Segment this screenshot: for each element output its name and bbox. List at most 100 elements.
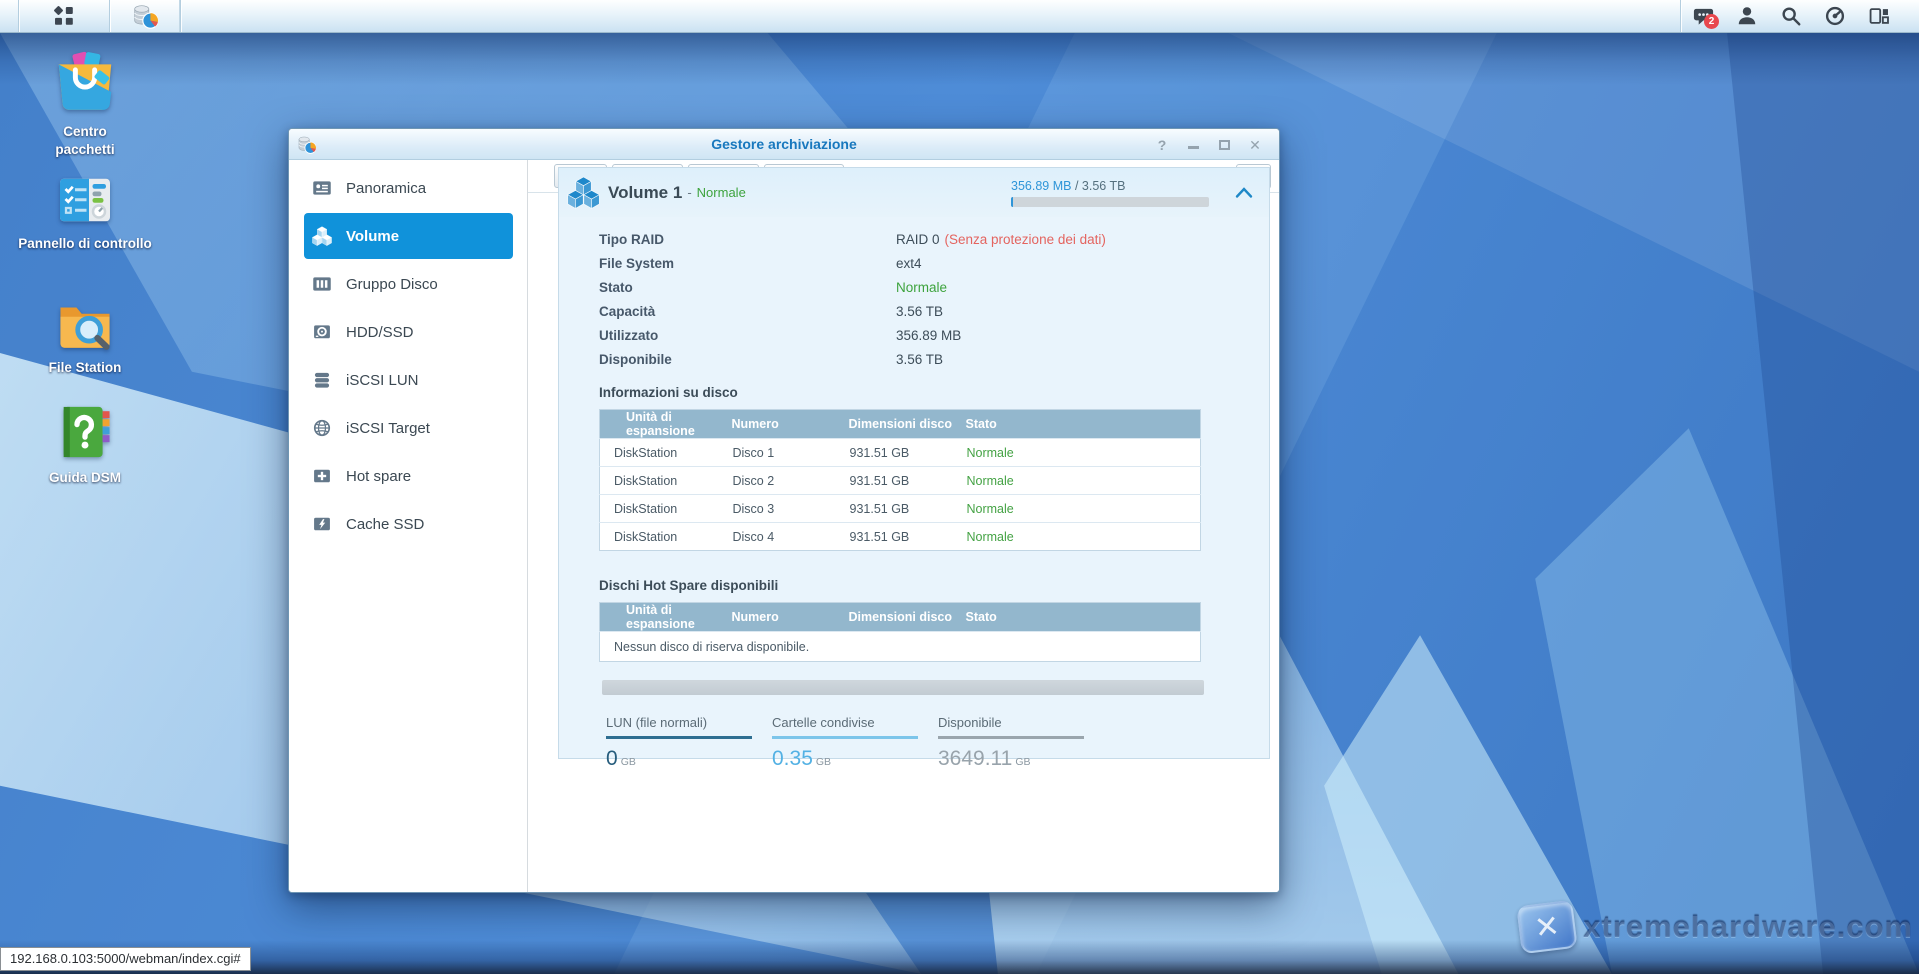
legend-color-line — [606, 736, 752, 739]
pilot-view-button[interactable] — [1857, 0, 1901, 32]
volume-usage: 356.89 MB / 3.56 TB — [1011, 179, 1211, 207]
taskbar-right-icons: 2 — [1680, 0, 1919, 32]
volume-panel: Volume 1 - Normale 356.89 MB / 3.56 TB T… — [558, 167, 1270, 759]
widgets-icon — [1868, 5, 1890, 27]
desktop-icon-file-station[interactable]: File Station — [0, 292, 170, 377]
sidebar: Panoramica Volume Gruppo Disco HDD/SSD — [289, 160, 528, 892]
detail-label: Utilizzato — [599, 328, 896, 343]
notifications-button[interactable]: 2 — [1681, 0, 1725, 32]
legend-unit: GB — [816, 756, 831, 768]
disk-group-icon — [312, 274, 332, 294]
window-titlebar[interactable]: Gestore archiviazione ? ✕ — [289, 129, 1279, 160]
desktop-icon-dsm-help[interactable]: Guida DSM — [0, 400, 170, 487]
minimize-icon[interactable] — [1185, 137, 1201, 153]
cell-status: Normale — [953, 523, 1201, 551]
table-row[interactable]: DiskStation Disco 1 931.51 GB Normale — [600, 439, 1201, 467]
user-icon — [1736, 5, 1758, 27]
desktop-icon-package-center[interactable]: Centro pacchetti — [0, 48, 170, 159]
sidebar-item-gruppo-disco[interactable]: Gruppo Disco — [289, 260, 527, 308]
detail-value: Normale — [896, 280, 947, 295]
maximize-icon[interactable] — [1216, 137, 1232, 153]
storage-manager-icon — [132, 3, 158, 29]
sidebar-item-label: iSCSI Target — [346, 420, 430, 437]
legend-value: 3649.11 — [938, 747, 1012, 770]
table-row[interactable]: DiskStation Disco 3 931.51 GB Normale — [600, 495, 1201, 523]
column-header: Numero — [719, 410, 836, 439]
table-row-empty: Nessun disco di riserva disponibile. — [600, 632, 1201, 662]
legend-item-shared-folders: Cartelle condivise 0.35GB — [772, 715, 938, 771]
legend-unit: GB — [621, 756, 636, 768]
detail-label: Tipo RAID — [599, 232, 896, 247]
cell-size: 931.51 GB — [836, 495, 953, 523]
user-menu-button[interactable] — [1725, 0, 1769, 32]
cell-status: Normale — [953, 495, 1201, 523]
legend-label: Cartelle condivise — [772, 715, 938, 730]
overview-icon — [312, 178, 332, 198]
cell-size: 931.51 GB — [836, 467, 953, 495]
detail-label: Stato — [599, 280, 896, 295]
table-header-row: Unità di espansione Numero Dimensioni di… — [600, 410, 1201, 439]
sidebar-item-iscsi-target[interactable]: iSCSI Target — [289, 404, 527, 452]
package-center-icon — [50, 48, 120, 118]
taskbar-storage-manager-button[interactable] — [110, 0, 180, 32]
help-icon[interactable]: ? — [1154, 137, 1170, 153]
window-content: Crea Rimuovi Gestisci Configura Volume 1… — [528, 160, 1279, 892]
usage-used: 356.89 MB — [1011, 179, 1071, 193]
cell-size: 931.51 GB — [836, 439, 953, 467]
column-header: Unità di espansione — [600, 603, 719, 632]
dsm-help-icon — [53, 400, 117, 464]
table-row[interactable]: DiskStation Disco 4 931.51 GB Normale — [600, 523, 1201, 551]
detail-row: Capacità 3.56 TB — [599, 299, 1269, 323]
table-row[interactable]: DiskStation Disco 2 931.51 GB Normale — [600, 467, 1201, 495]
usage-separator: / — [1071, 179, 1081, 193]
taskbar-spacer — [0, 0, 18, 32]
legend-color-line — [938, 736, 1084, 739]
legend-item-available: Disponibile 3649.11GB — [938, 715, 1104, 771]
desktop-icon-label: File Station — [0, 359, 170, 377]
volume-panel-header[interactable]: Volume 1 - Normale 356.89 MB / 3.56 TB — [559, 168, 1269, 217]
taskbar-separator — [180, 0, 181, 32]
watermark-x-logo-icon: ✕ — [1516, 900, 1577, 954]
detail-value: 3.56 TB — [896, 304, 943, 319]
detail-row: Utilizzato 356.89 MB — [599, 323, 1269, 347]
sidebar-item-cache-ssd[interactable]: Cache SSD — [289, 500, 527, 548]
detail-row: Disponibile 3.56 TB — [599, 347, 1269, 371]
sidebar-item-label: Panoramica — [346, 180, 426, 197]
cell-unit: DiskStation — [600, 495, 719, 523]
legend-unit: GB — [1015, 756, 1030, 768]
desktop-icon-control-panel[interactable]: Pannello di controllo — [0, 170, 170, 253]
sidebar-item-hot-spare[interactable]: Hot spare — [289, 452, 527, 500]
sidebar-item-iscsi-lun[interactable]: iSCSI LUN — [289, 356, 527, 404]
resource-monitor-button[interactable] — [1813, 0, 1857, 32]
sidebar-item-volume[interactable]: Volume — [304, 213, 513, 259]
taskbar-spacer — [1901, 0, 1919, 32]
volume-usage-bar — [1011, 197, 1209, 207]
sidebar-item-panoramica[interactable]: Panoramica — [289, 164, 527, 212]
column-header: Stato — [953, 410, 1201, 439]
cell-unit: DiskStation — [600, 467, 719, 495]
column-header: Unità di espansione — [600, 410, 719, 439]
search-button[interactable] — [1769, 0, 1813, 32]
detail-value: 356.89 MB — [896, 328, 961, 343]
close-icon[interactable]: ✕ — [1247, 137, 1263, 153]
cell-number: Disco 3 — [719, 495, 836, 523]
detail-row: File System ext4 — [599, 251, 1269, 275]
sidebar-item-hdd-ssd[interactable]: HDD/SSD — [289, 308, 527, 356]
desktop-icon-label: Centro pacchetti — [35, 123, 135, 159]
legend-label: Disponibile — [938, 715, 1104, 730]
hdd-icon — [312, 322, 332, 342]
chevron-up-icon[interactable] — [1235, 186, 1253, 199]
watermark: ✕ xtremehardware.com — [1519, 903, 1913, 951]
cubes-icon — [312, 226, 332, 246]
empty-message: Nessun disco di riserva disponibile. — [600, 632, 1201, 662]
sidebar-item-label: Volume — [346, 228, 399, 245]
legend-value: 0.35 — [772, 747, 813, 770]
volume-usage-text: 356.89 MB / 3.56 TB — [1011, 179, 1211, 193]
hot-spare-table: Unità di espansione Numero Dimensioni di… — [599, 602, 1201, 662]
search-icon — [1780, 5, 1802, 27]
cell-status: Normale — [953, 439, 1201, 467]
gauge-icon — [1824, 5, 1846, 27]
cell-size: 931.51 GB — [836, 523, 953, 551]
detail-row: Stato Normale — [599, 275, 1269, 299]
main-menu-button[interactable] — [19, 0, 109, 32]
